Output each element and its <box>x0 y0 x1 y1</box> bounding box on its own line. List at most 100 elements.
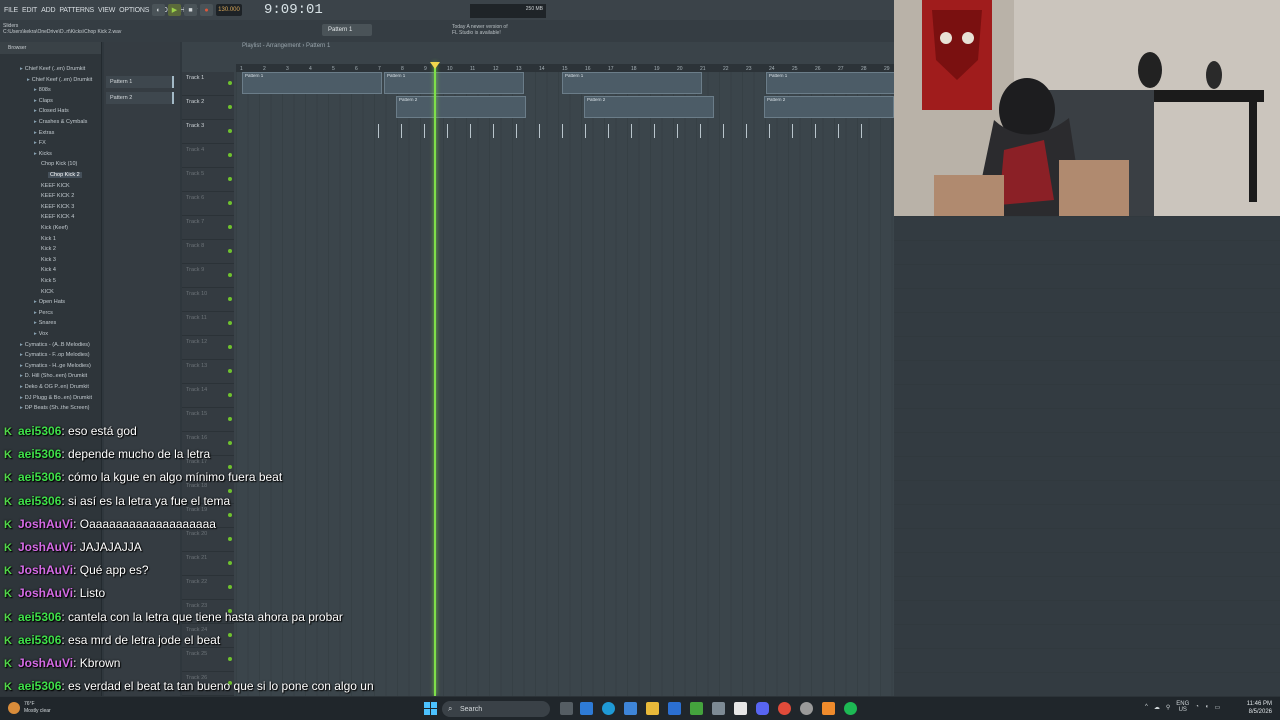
track-header[interactable]: Track 5 <box>182 168 234 192</box>
task-view-icon[interactable] <box>560 702 573 715</box>
track-mute-led-icon[interactable] <box>228 465 232 469</box>
copilot-icon[interactable] <box>580 702 593 715</box>
app-icon-1[interactable] <box>712 702 725 715</box>
track-mute-led-icon[interactable] <box>228 441 232 445</box>
pattern-clip[interactable]: Pattern 2 <box>764 96 894 118</box>
browser-folder[interactable]: DJ Plugg & Bo..en) Drumkit <box>20 395 92 401</box>
audio-clip-hit[interactable] <box>838 124 839 138</box>
discord-icon[interactable] <box>756 702 769 715</box>
track-header[interactable]: Track 10 <box>182 288 234 312</box>
track-header[interactable]: Track 8 <box>182 240 234 264</box>
track-header[interactable]: Track 21 <box>182 552 234 576</box>
audio-clip-hit[interactable] <box>539 124 540 138</box>
track-header[interactable]: Track 6 <box>182 192 234 216</box>
track-mute-led-icon[interactable] <box>228 297 232 301</box>
browser-folder[interactable]: D. Hill (Sho..een) Drumkit <box>20 373 87 379</box>
browser-file[interactable]: Chop Kick 2 <box>48 172 82 178</box>
track-mute-led-icon[interactable] <box>228 177 232 181</box>
menu-item-file[interactable]: FILE <box>4 7 18 14</box>
fl-studio-icon[interactable] <box>822 702 835 715</box>
update-notice[interactable]: Today A newer version of FL Studio is av… <box>452 24 522 36</box>
pattern-clip[interactable]: Pattern 2 <box>584 96 714 118</box>
tempo-display[interactable]: 130.000 <box>216 4 242 16</box>
track-mute-led-icon[interactable] <box>228 633 232 637</box>
audio-clip-hit[interactable] <box>401 124 402 138</box>
track-header[interactable]: Track 22 <box>182 576 234 600</box>
track-mute-led-icon[interactable] <box>228 561 232 565</box>
start-button-icon[interactable] <box>424 702 437 715</box>
weather-widget[interactable]: 76°F Mostly clear <box>24 701 51 715</box>
browser-folder[interactable]: Vox <box>34 331 48 337</box>
browser-file[interactable]: Kick 4 <box>41 267 56 273</box>
track-header[interactable]: Track 13 <box>182 360 234 384</box>
browser-file[interactable]: Kick (Keef) <box>41 225 68 231</box>
pattern-clip[interactable]: Pattern 2 <box>396 96 526 118</box>
browser-file[interactable]: Kick 5 <box>41 278 56 284</box>
browser-folder[interactable]: FX <box>34 140 46 146</box>
browser-folder[interactable]: Claps <box>34 98 53 104</box>
browser-folder[interactable]: Cymatics - F..op Melodies) <box>20 352 90 358</box>
browser-folder[interactable]: Crashes & Cymbals <box>34 119 88 125</box>
track-header[interactable]: Track 3 <box>182 120 234 144</box>
picker-pattern-1[interactable]: Pattern 1 <box>106 76 174 88</box>
audio-clip-hit[interactable] <box>493 124 494 138</box>
track-header[interactable]: Track 15 <box>182 408 234 432</box>
track-mute-led-icon[interactable] <box>228 153 232 157</box>
browser-folder[interactable]: 808s <box>34 87 51 93</box>
browser-folder[interactable]: Extras <box>34 130 55 136</box>
pattern-clip[interactable]: Pattern 1 <box>766 72 906 94</box>
pattern-song-toggle[interactable]: ◐ <box>152 4 165 16</box>
tray-usb-icon[interactable]: ⚲ <box>1166 704 1170 711</box>
track-mute-led-icon[interactable] <box>228 81 232 85</box>
browser-file[interactable]: KICK <box>41 289 54 295</box>
spotify-icon[interactable] <box>844 702 857 715</box>
minecraft-icon[interactable] <box>690 702 703 715</box>
browser-folder[interactable]: Snares <box>34 320 56 326</box>
menu-item-add[interactable]: ADD <box>41 7 55 14</box>
menu-item-edit[interactable]: EDIT <box>22 7 37 14</box>
track-mute-led-icon[interactable] <box>228 537 232 541</box>
browser-file[interactable]: KEEF KICK <box>41 183 70 189</box>
chrome-icon[interactable] <box>778 702 791 715</box>
track-mute-led-icon[interactable] <box>228 393 232 397</box>
pattern-selector[interactable]: Pattern 1 <box>322 24 372 36</box>
audio-clip-hit[interactable] <box>585 124 586 138</box>
menu-item-options[interactable]: OPTIONS <box>119 7 149 14</box>
picker-pattern-2[interactable]: Pattern 2 <box>106 92 174 104</box>
browser-folder[interactable]: Chief Keef (..en) Drumkit <box>27 77 93 83</box>
menu-item-view[interactable]: VIEW <box>98 7 115 14</box>
pattern-clip[interactable]: Pattern 1 <box>562 72 702 94</box>
audio-clip-hit[interactable] <box>631 124 632 138</box>
audio-clip-hit[interactable] <box>677 124 678 138</box>
track-header[interactable]: Track 1 <box>182 72 234 96</box>
playhead[interactable] <box>434 62 436 696</box>
store-icon[interactable] <box>624 702 637 715</box>
browser-file[interactable]: Kick 1 <box>41 236 56 242</box>
track-mute-led-icon[interactable] <box>228 225 232 229</box>
browser-folder[interactable]: Cymatics - (A..B Melodies) <box>20 342 90 348</box>
audio-clip-hit[interactable] <box>470 124 471 138</box>
volume-icon[interactable]: ◖ <box>1205 704 1209 710</box>
track-header[interactable]: Track 12 <box>182 336 234 360</box>
audio-clip-hit[interactable] <box>608 124 609 138</box>
audio-clip-hit[interactable] <box>792 124 793 138</box>
browser-folder[interactable]: Deko & OG P..en) Drumkit <box>20 384 89 390</box>
taskbar-clock[interactable]: 11:46 PM 8/5/2026 <box>1247 700 1272 716</box>
browser-folder[interactable]: Closed Hats <box>34 108 69 114</box>
tray-chevron-icon[interactable]: ^ <box>1145 704 1148 710</box>
playhead-marker[interactable] <box>430 62 440 69</box>
audio-clip-hit[interactable] <box>746 124 747 138</box>
browser-file[interactable]: Kick 3 <box>41 257 56 263</box>
track-mute-led-icon[interactable] <box>228 201 232 205</box>
wifi-icon[interactable]: ◔ <box>1195 704 1199 710</box>
track-header[interactable]: Track 2 <box>182 96 234 120</box>
browser-folder[interactable]: Chief Keef (..en) Drumkit <box>20 66 86 72</box>
browser-file[interactable]: KEEF KICK 3 <box>41 204 74 210</box>
track-header[interactable]: Track 4 <box>182 144 234 168</box>
stop-button[interactable]: ■ <box>184 4 197 16</box>
tray-cloud-icon[interactable]: ☁ <box>1154 704 1160 711</box>
track-mute-led-icon[interactable] <box>228 345 232 349</box>
browser-file[interactable]: KEEF KICK 2 <box>41 193 74 199</box>
audio-clip-hit[interactable] <box>723 124 724 138</box>
track-mute-led-icon[interactable] <box>228 273 232 277</box>
